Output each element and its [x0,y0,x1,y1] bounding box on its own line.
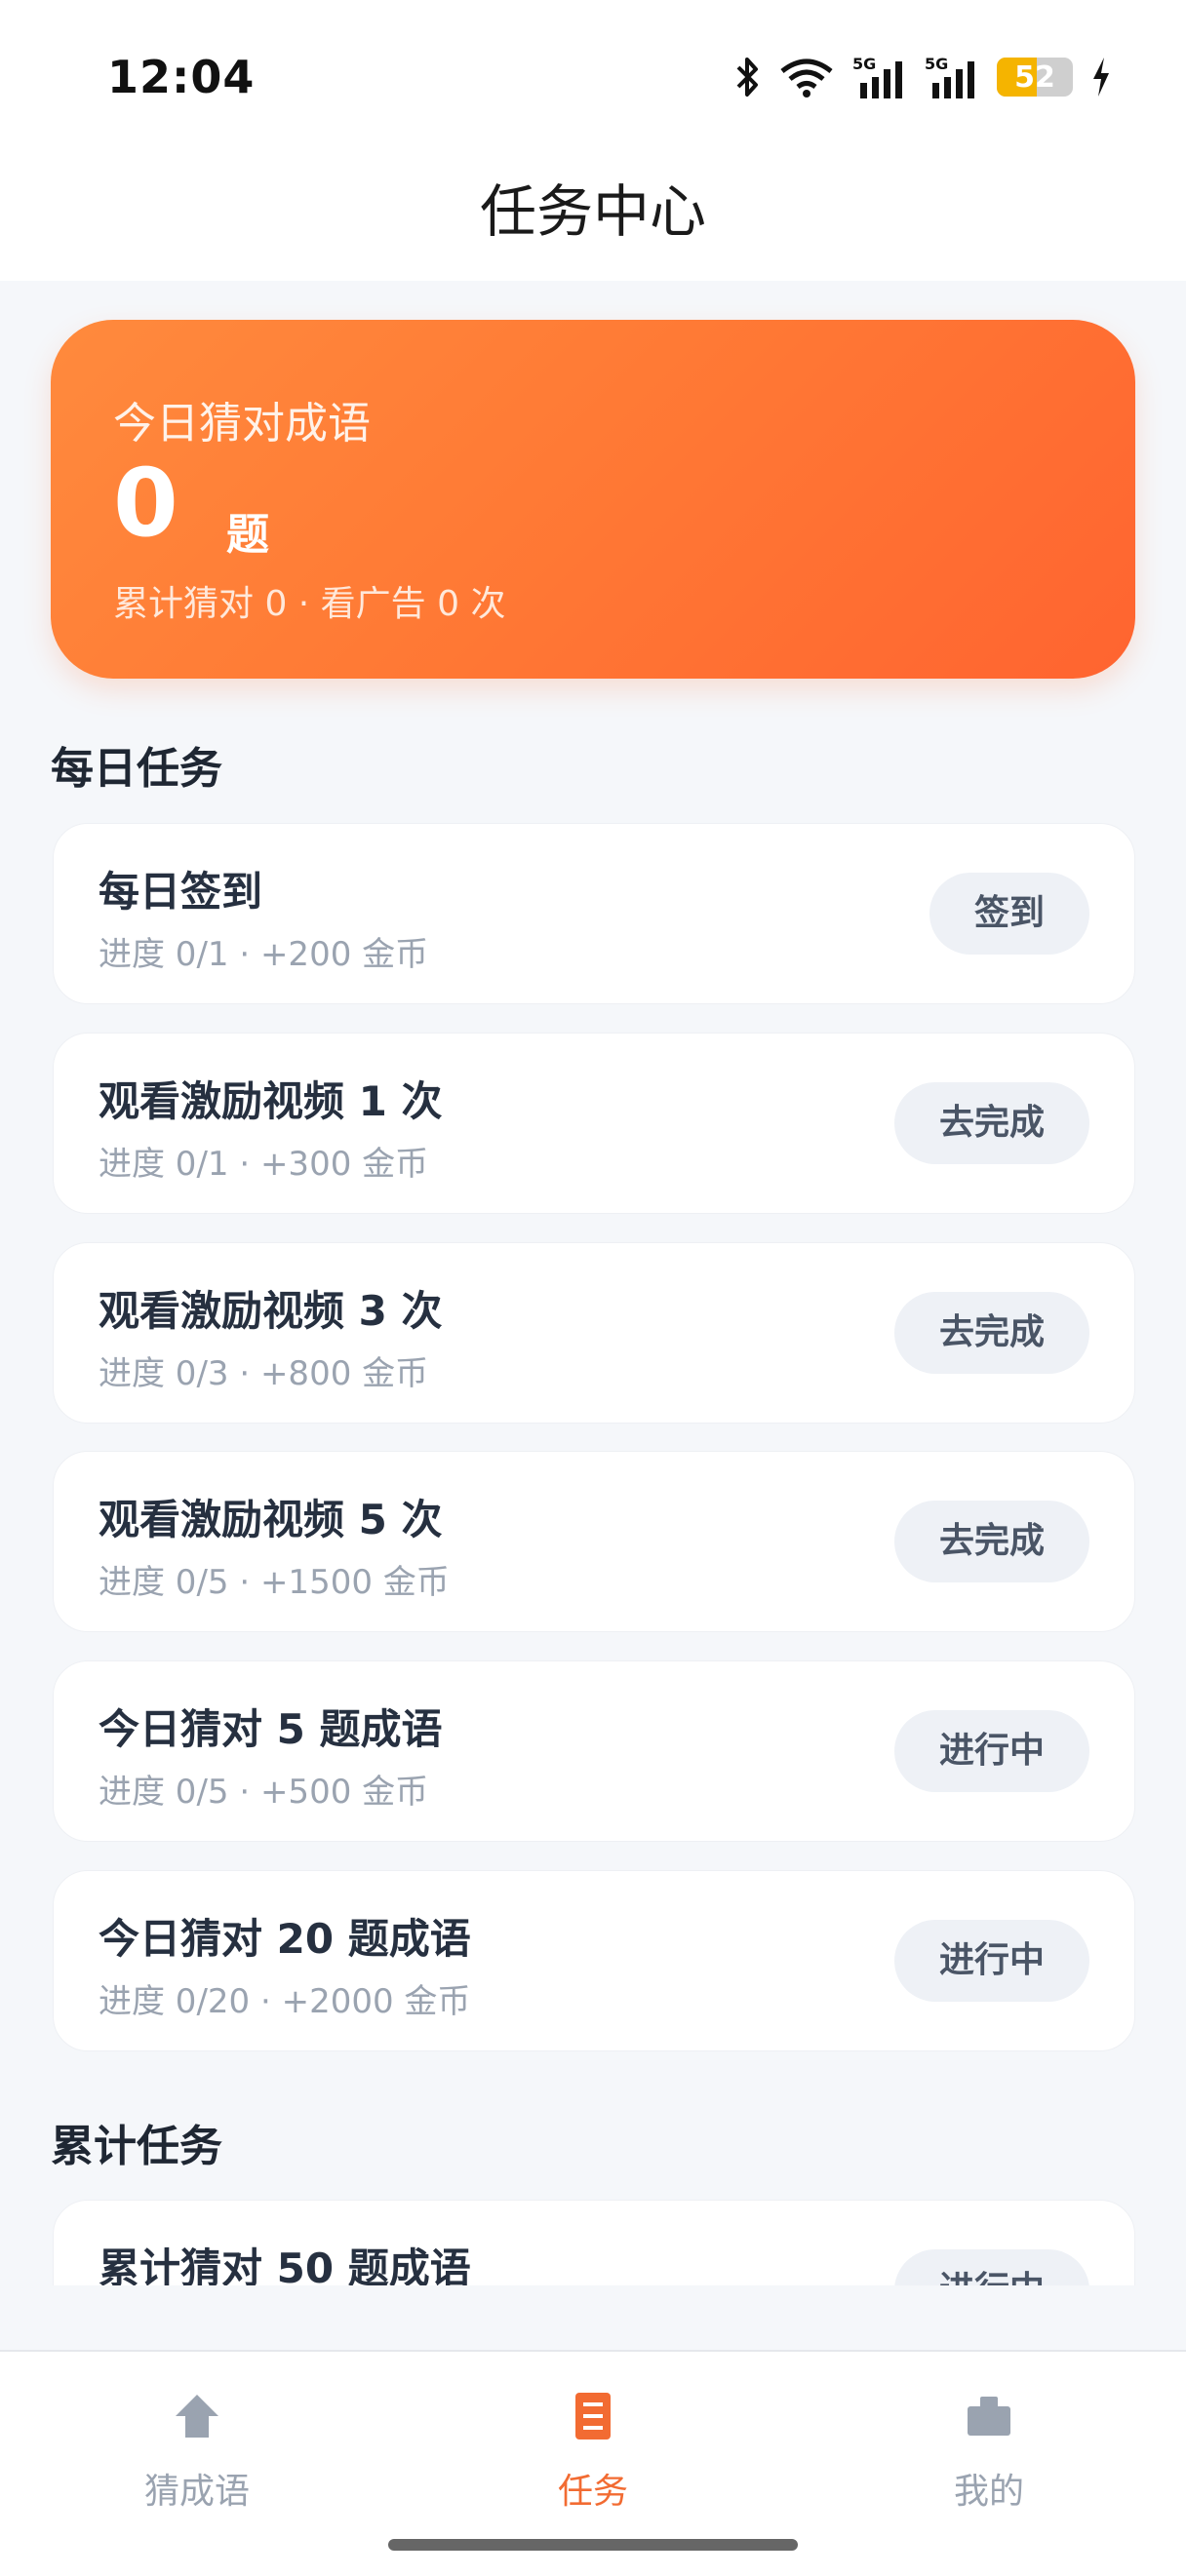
task-card: 观看激励视频 5 次 进度 0/5 · +1500 金币 去完成 [53,1451,1135,1632]
task-card: 观看激励视频 3 次 进度 0/3 · +800 金币 去完成 [53,1242,1135,1424]
task-progress: 进度 0/1 · +200 金币 [99,935,429,974]
task-progress: 进度 0/3 · +800 金币 [99,1354,429,1393]
signal-5g-icon: 5G [925,54,979,100]
charging-icon [1090,56,1112,98]
task-title: 观看激励视频 5 次 [99,1496,443,1543]
summary-count: 0 [113,449,178,558]
bluetooth-icon [735,56,761,98]
signal-5g-icon: 5G [852,54,907,100]
task-list-icon [568,2393,618,2445]
task-card: 今日猜对 20 题成语 进度 0/20 · +2000 金币 进行中 [53,1870,1135,2051]
task-card: 累计猜对 50 题成语 进行中 [53,2200,1135,2285]
task-title: 今日猜对 5 题成语 [99,1705,443,1753]
home-icon [172,2395,222,2445]
nav-item-mine[interactable]: 我的 [843,2391,1135,2514]
summary-label: 今日猜对成语 [113,399,371,449]
home-indicator [388,2539,798,2551]
in-progress-button[interactable]: 进行中 [893,1710,1089,1792]
go-complete-button[interactable]: 去完成 [893,1082,1089,1164]
task-progress: 进度 0/5 · +500 金币 [99,1773,429,1812]
battery-level: 52 [1014,60,1055,95]
task-card: 今日猜对 5 题成语 进度 0/5 · +500 金币 进行中 [53,1660,1135,1842]
nav-label: 猜成语 [143,2472,250,2512]
scroll-area-clip: 累计猜对 50 题成语 进行中 [0,2159,1186,2285]
task-title: 每日签到 [99,868,263,916]
task-card: 观看激励视频 1 次 进度 0/1 · +300 金币 去完成 [53,1033,1135,1214]
summary-unit: 题 [226,510,269,560]
nav-label: 任务 [557,2472,628,2512]
nav-item-tasks[interactable]: 任务 [447,2391,739,2514]
go-complete-button[interactable]: 去完成 [893,1501,1089,1582]
svg-text:5G: 5G [852,55,876,73]
task-title: 观看激励视频 3 次 [99,1287,443,1335]
wifi-icon [778,56,835,98]
nav-item-guess[interactable]: 猜成语 [51,2391,343,2514]
task-title: 观看激励视频 1 次 [99,1077,443,1125]
nav-label: 我的 [953,2472,1024,2512]
go-complete-button[interactable]: 去完成 [893,1292,1089,1374]
status-bar: 12:04 5G 5G 52 [0,0,1186,156]
in-progress-button[interactable]: 进行中 [893,2249,1089,2285]
task-card: 每日签到 进度 0/1 · +200 金币 签到 [53,823,1135,1004]
in-progress-button[interactable]: 进行中 [893,1920,1089,2002]
task-progress: 进度 0/5 · +1500 金币 [99,1563,450,1602]
status-time: 12:04 [107,51,256,103]
page-title: 任务中心 [479,178,706,245]
battery-icon: 52 [997,58,1073,97]
task-title: 今日猜对 20 题成语 [99,1915,471,1963]
checkin-button[interactable]: 签到 [929,873,1089,955]
status-icons: 5G 5G 52 [735,53,1112,101]
svg-text:5G: 5G [925,55,948,73]
page-header: 任务中心 [0,156,1186,281]
task-title: 累计猜对 50 题成语 [99,2244,471,2285]
task-progress: 进度 0/1 · +300 金币 [99,1145,429,1184]
daily-summary-card: 今日猜对成语 0 题 累计猜对 0 · 看广告 0 次 [51,320,1135,679]
briefcase-icon [964,2397,1014,2445]
summary-subtitle: 累计猜对 0 · 看广告 0 次 [113,584,506,624]
section-title-daily: 每日任务 [51,744,222,794]
task-progress: 进度 0/20 · +2000 金币 [99,1982,471,2021]
